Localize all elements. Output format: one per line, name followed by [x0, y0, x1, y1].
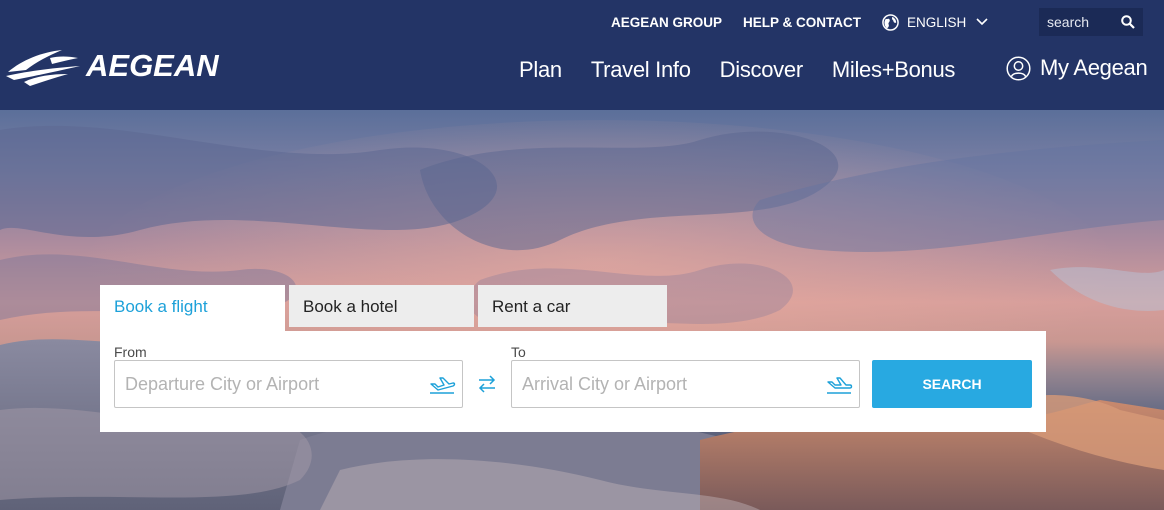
search-flights-button[interactable]: SEARCH	[872, 360, 1032, 408]
chevron-down-icon	[976, 18, 988, 26]
aegean-group-link[interactable]: AEGEAN GROUP	[611, 15, 722, 30]
site-header: AEGEAN AEGEAN GROUP HELP & CONTACT ENGLI…	[0, 0, 1164, 110]
tab-book-hotel[interactable]: Book a hotel	[289, 285, 474, 327]
my-aegean-label: My Aegean	[1040, 55, 1148, 80]
arrival-input[interactable]: Arrival City or Airport	[511, 360, 860, 408]
nav-miles-bonus[interactable]: Miles+Bonus	[832, 57, 956, 83]
site-search-input[interactable]: search	[1039, 8, 1143, 36]
nav-discover[interactable]: Discover	[720, 57, 803, 83]
to-label: To	[511, 344, 526, 360]
help-contact-link[interactable]: HELP & CONTACT	[743, 15, 861, 30]
nav-plan[interactable]: Plan	[519, 57, 562, 83]
plane-takeoff-icon	[430, 377, 456, 394]
flight-search-panel: From Departure City or Airport To Arriva…	[100, 331, 1046, 432]
departure-input[interactable]: Departure City or Airport	[114, 360, 463, 408]
bird-logo-icon	[6, 50, 80, 86]
arrival-placeholder: Arrival City or Airport	[522, 374, 688, 394]
search-placeholder: search	[1047, 14, 1090, 30]
language-selector[interactable]: ENGLISH	[882, 13, 988, 31]
utility-nav: AEGEAN GROUP HELP & CONTACT ENGLISH	[611, 13, 988, 31]
main-nav: Plan Travel Info Discover Miles+Bonus	[519, 56, 955, 84]
language-label: ENGLISH	[907, 14, 967, 30]
tab-rent-car[interactable]: Rent a car	[478, 285, 667, 327]
my-aegean-link[interactable]: My Aegean	[1006, 55, 1148, 81]
user-icon	[1006, 55, 1031, 81]
from-label: From	[114, 344, 147, 360]
nav-travel-info[interactable]: Travel Info	[591, 57, 691, 83]
plane-landing-icon	[827, 377, 853, 394]
search-icon[interactable]	[1121, 15, 1135, 29]
departure-placeholder: Departure City or Airport	[125, 374, 320, 394]
globe-icon	[882, 13, 899, 31]
swap-arrows-icon[interactable]	[476, 374, 498, 394]
aegean-logo[interactable]: AEGEAN	[4, 44, 234, 88]
brand-name: AEGEAN	[86, 48, 219, 83]
tab-book-flight[interactable]: Book a flight	[100, 285, 285, 331]
